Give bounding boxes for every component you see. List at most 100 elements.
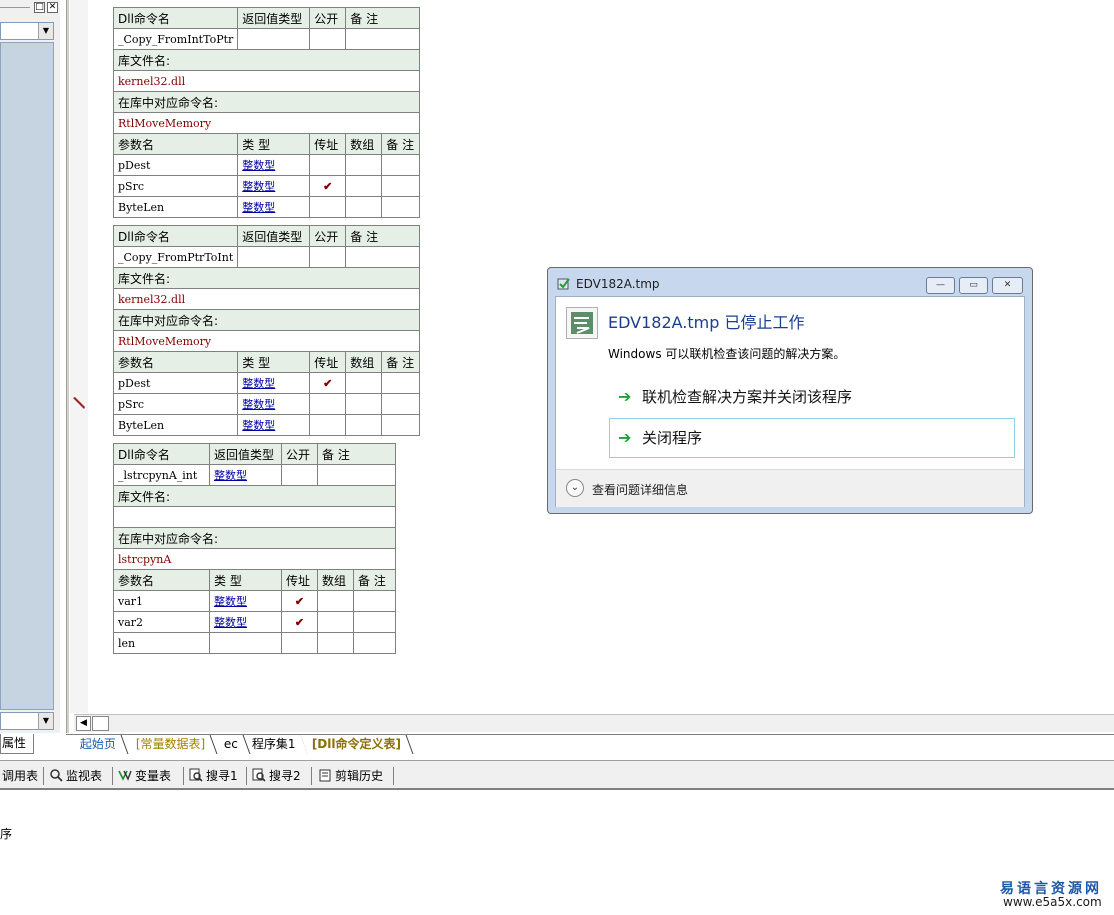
remark-cell[interactable] bbox=[381, 196, 420, 218]
array-cell[interactable] bbox=[345, 414, 383, 436]
return-type[interactable] bbox=[237, 246, 311, 268]
param-name[interactable]: len bbox=[113, 632, 210, 654]
param-name[interactable]: ByteLen bbox=[112, 196, 239, 218]
param-type[interactable]: 整数型 bbox=[237, 154, 311, 176]
tab-constant-table[interactable]: [常量数据表] bbox=[124, 735, 218, 754]
tab-start-page[interactable]: 起始页 bbox=[68, 735, 129, 754]
array-cell[interactable] bbox=[345, 393, 383, 415]
current-line-marker-icon bbox=[72, 396, 86, 410]
return-type[interactable] bbox=[237, 28, 311, 50]
horizontal-scrollbar[interactable]: ◀ bbox=[74, 714, 1114, 732]
array-cell[interactable] bbox=[345, 372, 383, 394]
call-table-button[interactable]: 调用表 bbox=[2, 767, 38, 785]
arrow-right-icon: ➔ bbox=[618, 387, 632, 406]
param-type[interactable]: 整数型 bbox=[237, 196, 311, 218]
param-name[interactable]: var2 bbox=[113, 611, 210, 633]
chevron-down-icon[interactable]: ▼ bbox=[38, 23, 53, 39]
remark-cell[interactable] bbox=[381, 175, 420, 197]
entry-name[interactable]: RtlMoveMemory bbox=[113, 330, 420, 352]
dll-command-name[interactable]: _Copy_FromPtrToInt bbox=[112, 246, 239, 268]
header-cell: 传址 bbox=[281, 569, 318, 591]
remark-cell[interactable] bbox=[381, 414, 420, 436]
search1-button[interactable]: 搜寻1 bbox=[189, 767, 238, 785]
param-name[interactable]: ByteLen bbox=[112, 414, 239, 436]
scroll-thumb[interactable] bbox=[92, 716, 109, 731]
minimize-icon[interactable]: — bbox=[926, 277, 955, 294]
array-cell[interactable] bbox=[345, 175, 383, 197]
array-cell[interactable] bbox=[345, 154, 383, 176]
watch-table-button[interactable]: 监视表 bbox=[49, 767, 102, 785]
remark-cell[interactable] bbox=[381, 154, 420, 176]
param-name[interactable]: pDest bbox=[112, 154, 239, 176]
param-type[interactable]: 整数型 bbox=[209, 611, 282, 633]
header-cell: 公开 bbox=[281, 443, 318, 465]
remark-cell[interactable] bbox=[345, 28, 420, 50]
scroll-left-icon[interactable]: ◀ bbox=[76, 716, 91, 731]
lib-file-name[interactable] bbox=[113, 506, 396, 528]
remark-cell[interactable] bbox=[345, 246, 420, 268]
toolbar-divider bbox=[246, 767, 247, 785]
watermark-url: www.e5a5x.com bbox=[1003, 895, 1102, 909]
property-combo[interactable]: ▼ bbox=[0, 712, 54, 730]
param-name[interactable]: pDest bbox=[112, 372, 239, 394]
param-type[interactable]: 整数型 bbox=[237, 175, 311, 197]
param-type[interactable]: 整数型 bbox=[209, 590, 282, 612]
entry-name[interactable]: RtlMoveMemory bbox=[113, 112, 420, 134]
param-type[interactable]: 整数型 bbox=[237, 393, 311, 415]
public-cell[interactable] bbox=[281, 464, 318, 486]
array-cell[interactable] bbox=[317, 632, 354, 654]
param-type[interactable]: 整数型 bbox=[237, 414, 311, 436]
entry-label: 在库中对应命令名: bbox=[113, 309, 420, 331]
byref-check[interactable]: ✔ bbox=[281, 611, 318, 633]
param-name[interactable]: var1 bbox=[113, 590, 210, 612]
dll-command-name[interactable]: _lstrcpynA_int bbox=[113, 464, 210, 486]
close-icon[interactable]: ✕ bbox=[992, 277, 1023, 294]
array-cell[interactable] bbox=[317, 590, 354, 612]
byref-check[interactable]: ✔ bbox=[281, 590, 318, 612]
remark-cell[interactable] bbox=[353, 590, 396, 612]
object-combo[interactable]: ▼ bbox=[0, 22, 54, 40]
return-type[interactable]: 整数型 bbox=[209, 464, 282, 486]
check-online-button[interactable]: ➔ 联机检查解决方案并关闭该程序 bbox=[609, 377, 1015, 417]
byref-check[interactable] bbox=[309, 154, 347, 176]
remark-cell[interactable] bbox=[381, 393, 420, 415]
array-cell[interactable] bbox=[317, 611, 354, 633]
tab-assembly1[interactable]: 程序集1 bbox=[240, 735, 309, 754]
remark-cell[interactable] bbox=[353, 632, 396, 654]
close-icon[interactable]: ✕ bbox=[47, 2, 58, 13]
param-type[interactable]: 整数型 bbox=[237, 372, 311, 394]
param-name[interactable]: pSrc bbox=[112, 175, 239, 197]
clip-history-button[interactable]: 剪辑历史 bbox=[318, 767, 383, 785]
object-list[interactable] bbox=[0, 42, 54, 710]
param-name[interactable]: pSrc bbox=[112, 393, 239, 415]
variable-table-button[interactable]: 变量表 bbox=[118, 767, 171, 785]
byref-check[interactable] bbox=[309, 196, 347, 218]
entry-name[interactable]: lstrcpynA bbox=[113, 548, 396, 570]
byref-check[interactable] bbox=[281, 632, 318, 654]
tab-dll-definitions[interactable]: [Dll命令定义表] bbox=[300, 735, 414, 754]
remark-cell[interactable] bbox=[353, 611, 396, 633]
param-type[interactable] bbox=[209, 632, 282, 654]
tab-properties[interactable]: 属性 bbox=[0, 734, 34, 754]
maximize-icon[interactable]: ▭ bbox=[959, 277, 988, 294]
lib-file-name[interactable]: kernel32.dll bbox=[113, 70, 420, 92]
restore-icon[interactable]: □ bbox=[34, 2, 45, 13]
remark-cell[interactable] bbox=[381, 372, 420, 394]
array-cell[interactable] bbox=[345, 196, 383, 218]
view-details-link[interactable]: 查看问题详细信息 bbox=[592, 481, 688, 498]
public-cell[interactable] bbox=[309, 246, 347, 268]
byref-check[interactable]: ✔ bbox=[309, 372, 347, 394]
byref-check[interactable] bbox=[309, 393, 347, 415]
public-cell[interactable] bbox=[309, 28, 347, 50]
close-program-button[interactable]: ➔ 关闭程序 bbox=[609, 418, 1015, 458]
chevron-down-icon[interactable]: ▼ bbox=[38, 713, 53, 729]
search2-button[interactable]: 搜寻2 bbox=[252, 767, 301, 785]
dialog-heading: EDV182A.tmp 已停止工作 bbox=[608, 313, 805, 332]
dll-command-name[interactable]: _Copy_FromIntToPtr bbox=[112, 28, 239, 50]
remark-cell[interactable] bbox=[317, 464, 396, 486]
byref-check[interactable] bbox=[309, 414, 347, 436]
dialog-titlebar[interactable]: EDV182A.tmp — ▭ ✕ bbox=[548, 268, 1032, 296]
lib-file-name[interactable]: kernel32.dll bbox=[113, 288, 420, 310]
chevron-down-icon[interactable]: ⌄ bbox=[566, 479, 584, 497]
byref-check[interactable]: ✔ bbox=[309, 175, 347, 197]
